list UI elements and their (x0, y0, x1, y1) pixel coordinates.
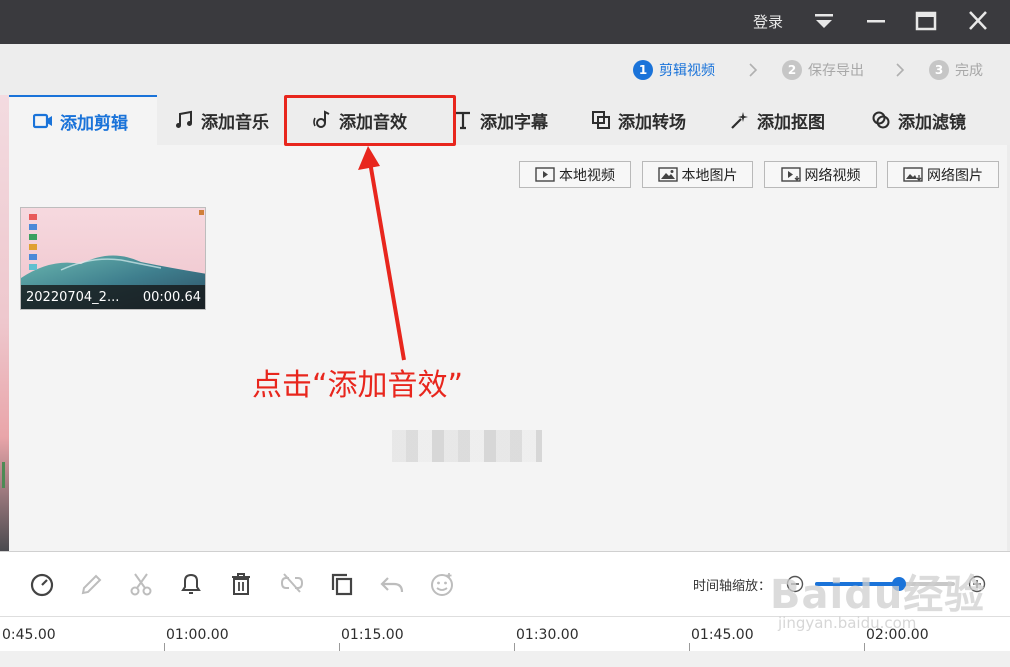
edit-toolbar: 时间轴缩放： (0, 552, 1010, 616)
chevron-right-icon (749, 63, 758, 77)
copy-icon[interactable] (328, 570, 356, 598)
title-bar: 登录 (0, 0, 1010, 44)
zoom-slider-thumb[interactable] (892, 577, 906, 591)
tab-add-cutout[interactable]: 添加抠图 (730, 95, 825, 145)
tab-add-clip[interactable]: 添加剪辑 (9, 95, 157, 145)
chevron-right-icon (896, 63, 905, 77)
source-label: 网络图片 (927, 167, 983, 184)
network-image-button[interactable]: 网络图片 (887, 161, 999, 188)
emoji-icon[interactable] (428, 570, 456, 598)
blurred-hint-text (392, 430, 542, 462)
annotation-text: 点击“添加音效” (252, 368, 464, 403)
transition-icon (591, 110, 611, 130)
filter-icon (871, 110, 891, 130)
timeline-tick: 01:30.00 (516, 627, 579, 643)
text-icon (453, 110, 473, 130)
media-library-panel: 本地视频 本地图片 网络视频 网络图片 20220704_2... 00:00.… (9, 145, 1007, 551)
clip-name: 20220704_2... (26, 289, 120, 305)
close-icon[interactable] (966, 10, 990, 32)
step-number: 2 (782, 60, 802, 80)
tab-label: 添加字幕 (480, 112, 548, 133)
source-label: 网络视频 (804, 167, 861, 184)
clip-duration: 00:00.64 (142, 289, 201, 305)
zoom-in-icon[interactable] (968, 575, 986, 593)
network-video-button[interactable]: 网络视频 (764, 161, 877, 188)
maximize-icon[interactable] (914, 10, 938, 32)
login-link[interactable]: 登录 (753, 11, 783, 32)
music-note-icon (174, 110, 194, 130)
local-video-icon (535, 167, 555, 182)
bell-icon[interactable] (177, 570, 205, 598)
scissors-icon[interactable] (127, 570, 155, 598)
desktop-edge-mark (2, 462, 5, 488)
undo-icon[interactable] (378, 570, 406, 598)
step-label: 完成 (955, 63, 983, 79)
zoom-out-icon[interactable] (786, 575, 804, 593)
timeline-tick: 01:00.00 (166, 627, 229, 643)
source-label: 本地视频 (559, 167, 615, 184)
edit-pencil-icon[interactable] (78, 570, 106, 598)
tab-add-filter[interactable]: 添加滤镜 (871, 95, 966, 145)
tab-add-subtitle[interactable]: 添加字幕 (453, 95, 548, 145)
step-edit-video[interactable]: 1 剪辑视频 (633, 59, 715, 81)
steps-bar: 1 剪辑视频 2 保存导出 3 完成 (0, 44, 1010, 95)
trash-icon[interactable] (227, 570, 255, 598)
timeline-track-area (0, 651, 1010, 667)
sound-effect-icon (312, 110, 332, 130)
zoom-slider[interactable] (815, 577, 955, 591)
local-video-button[interactable]: 本地视频 (519, 161, 631, 188)
timeline-tick: 01:45.00 (691, 627, 754, 643)
timeline-tick: 02:00.00 (866, 627, 929, 643)
timeline-tick: 01:15.00 (341, 627, 404, 643)
clip-info-bar: 20220704_2... 00:00.64 (21, 285, 205, 309)
network-image-icon (903, 167, 923, 182)
tab-add-music[interactable]: 添加音乐 (174, 95, 269, 145)
step-label: 剪辑视频 (659, 63, 715, 79)
tab-label: 添加剪辑 (60, 113, 128, 134)
video-clip-thumbnail[interactable]: 20220704_2... 00:00.64 (20, 207, 206, 310)
timeline-tick: 0:45.00 (2, 627, 56, 643)
tab-label: 添加音效 (339, 112, 407, 133)
step-label: 保存导出 (808, 63, 864, 79)
unlink-icon[interactable] (278, 570, 306, 598)
tab-label: 添加音乐 (201, 112, 269, 133)
zoom-slider-fill (815, 582, 899, 586)
tab-label: 添加转场 (618, 112, 686, 133)
step-save-export[interactable]: 2 保存导出 (782, 59, 864, 81)
local-image-button[interactable]: 本地图片 (642, 161, 753, 188)
step-number: 1 (633, 60, 653, 80)
network-video-icon (780, 167, 801, 182)
feature-tabs: 添加剪辑 添加音乐 添加音效 添加字幕 添加转场 添加抠图 添加滤镜 (9, 95, 1010, 145)
app-window: 登录 1 剪辑视频 2 保存导出 3 完成 添加剪辑 添加音乐 添加音效 添加字… (0, 0, 1010, 667)
tab-label: 添加滤镜 (898, 112, 966, 133)
minimize-icon[interactable] (864, 10, 888, 32)
speed-icon[interactable] (28, 570, 56, 598)
video-camera-icon (33, 111, 53, 131)
tab-add-sound-effect[interactable]: 添加音效 (312, 95, 407, 145)
tab-label: 添加抠图 (757, 112, 825, 133)
menu-dropdown-icon[interactable] (812, 10, 836, 32)
cutout-icon (730, 110, 750, 130)
source-label: 本地图片 (681, 167, 738, 184)
desktop-edge (0, 95, 9, 551)
tab-add-transition[interactable]: 添加转场 (591, 95, 686, 145)
zoom-label: 时间轴缩放： (693, 579, 772, 594)
local-image-icon (657, 167, 678, 182)
step-number: 3 (929, 60, 949, 80)
step-done[interactable]: 3 完成 (929, 59, 983, 81)
